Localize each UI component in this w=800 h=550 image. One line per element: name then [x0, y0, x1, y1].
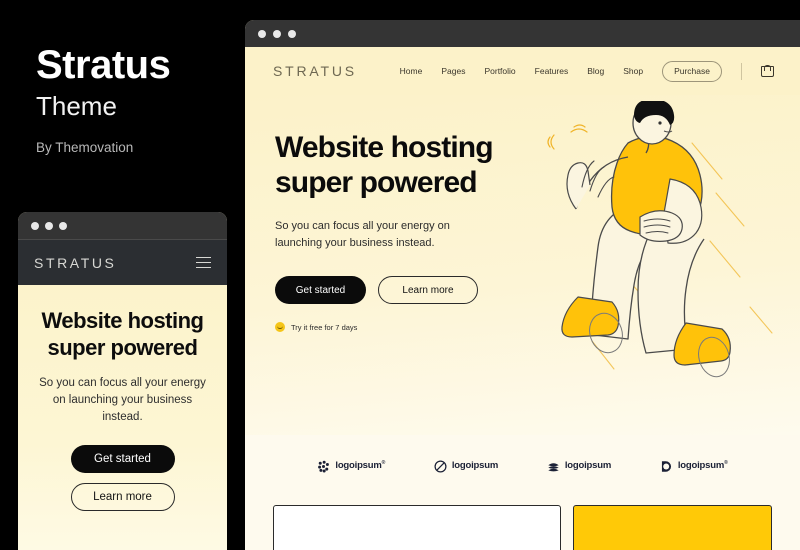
feature-cards-row — [245, 497, 800, 550]
mobile-hero-paragraph: So you can focus all your energy on laun… — [39, 376, 206, 424]
nav-item-pages[interactable]: Pages — [441, 66, 465, 76]
hero-heading-line-1: Website hosting — [275, 131, 494, 164]
mobile-learn-more-button[interactable]: Learn more — [70, 483, 175, 512]
page-subtitle: Theme — [36, 91, 117, 121]
window-dot-maximize-icon[interactable] — [288, 29, 296, 38]
nav-divider — [741, 62, 742, 80]
wave-stack-icon — [548, 462, 559, 471]
logo-item: logoipsum — [547, 460, 611, 473]
mobile-preview: STRATUS Website hosting super powered So… — [18, 212, 227, 550]
nav-item-blog[interactable]: Blog — [587, 66, 604, 76]
mobile-site-logo[interactable]: STRATUS — [34, 255, 117, 271]
nav-links: Home Pages Portfolio Features Blog Shop … — [400, 60, 774, 82]
hamburger-icon[interactable] — [196, 256, 211, 269]
window-dot-close-icon[interactable] — [31, 221, 39, 230]
logo-item: logoipsum® — [317, 460, 385, 473]
screenshot-stage: Stratus Theme By Themovation STRATUS Web… — [0, 0, 800, 550]
mobile-navbar: STRATUS — [18, 240, 227, 285]
promo-title-block: Stratus Theme By Themovation — [36, 44, 236, 155]
feature-card-white[interactable] — [273, 505, 561, 550]
window-dot-close-icon[interactable] — [258, 29, 266, 38]
nav-item-shop[interactable]: Shop — [623, 66, 643, 76]
feature-card-yellow[interactable] — [572, 505, 772, 550]
mobile-window-chrome — [18, 212, 227, 240]
hero-paragraph: So you can focus all your energy on laun… — [275, 220, 450, 250]
hero-heading-line-2: super powered — [275, 166, 478, 200]
half-circle-icon — [661, 460, 671, 472]
window-dot-minimize-icon[interactable] — [273, 29, 281, 38]
get-started-button[interactable]: Get started — [275, 276, 366, 305]
hero-cta-group: Get started Learn more — [275, 276, 800, 305]
window-dot-maximize-icon[interactable] — [59, 221, 67, 230]
purchase-button[interactable]: Purchase — [662, 60, 722, 82]
logo-item: logoipsum — [434, 459, 499, 473]
logo-label: logoipsum — [451, 460, 499, 472]
site-navbar: STRATUS Home Pages Portfolio Features Bl… — [245, 47, 800, 95]
mobile-get-started-button[interactable]: Get started — [70, 445, 175, 474]
author-line: By Themovation — [36, 139, 134, 155]
shopping-bag-icon[interactable] — [761, 65, 774, 77]
trial-note: Try it free for 7 days — [275, 322, 800, 333]
mobile-hero-heading: Website hosting super powered — [41, 308, 205, 361]
nav-item-home[interactable]: Home — [400, 66, 423, 76]
nav-item-portfolio[interactable]: Portfolio — [484, 66, 515, 76]
page-title: Stratus — [36, 43, 171, 87]
hero-heading: Website hosting super powered — [275, 130, 800, 200]
logo-label: logoipsum — [564, 460, 612, 472]
logo-label: logoipsum® — [335, 460, 386, 472]
mobile-cta-group: Get started Learn more — [32, 445, 213, 512]
desktop-preview: STRATUS Home Pages Portfolio Features Bl… — [245, 20, 800, 550]
learn-more-button[interactable]: Learn more — [378, 276, 478, 305]
mobile-hero: Website hosting super powered So you can… — [18, 285, 227, 550]
nav-item-features[interactable]: Features — [535, 66, 569, 76]
window-dot-minimize-icon[interactable] — [45, 221, 53, 230]
dots-cluster-icon — [318, 460, 330, 473]
client-logo-strip: logoipsum® logoipsum logoipsum logoipsum… — [245, 435, 800, 497]
trial-text: Try it free for 7 days — [291, 322, 358, 332]
browser-window-chrome — [245, 20, 800, 47]
logo-item: logoipsum® — [660, 460, 728, 473]
site-logo[interactable]: STRATUS — [273, 63, 357, 79]
smiley-face-icon — [275, 322, 285, 333]
circle-slash-icon — [434, 459, 447, 473]
logo-label: logoipsum® — [677, 460, 728, 472]
hero-section: Website hosting super powered So you can… — [245, 95, 800, 435]
